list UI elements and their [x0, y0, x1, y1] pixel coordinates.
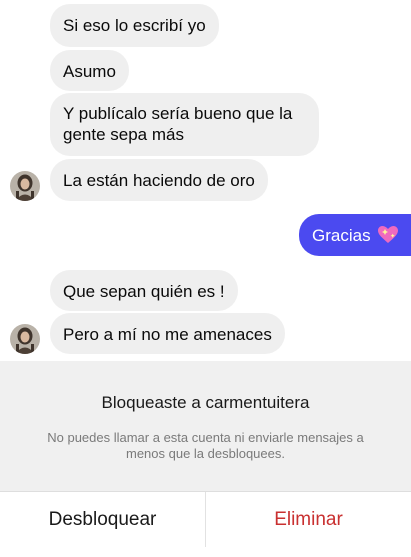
- incoming-message[interactable]: Si eso lo escribí yo: [50, 4, 219, 47]
- message-text: Si eso lo escribí yo: [63, 16, 206, 35]
- message-text: Pero a mí no me amenaces: [63, 325, 272, 344]
- blocked-description: No puedes llamar a esta cuenta ni enviar…: [47, 430, 364, 461]
- delete-button[interactable]: Eliminar: [206, 492, 411, 547]
- contact-avatar[interactable]: [10, 171, 40, 201]
- message-text: Y publícalo sería bueno que la gente sep…: [63, 104, 293, 144]
- blocked-title: Bloqueaste a carmentuitera: [101, 393, 310, 412]
- sparkling-heart-icon: [378, 226, 399, 249]
- contact-avatar[interactable]: [10, 324, 40, 354]
- blocked-user-panel: Bloqueaste a carmentuitera No puedes lla…: [0, 361, 411, 557]
- message-text: Gracias: [312, 226, 371, 245]
- message-text: Asumo: [63, 62, 116, 81]
- unblock-button[interactable]: Desbloquear: [0, 492, 205, 547]
- blocked-actions: Desbloquear Eliminar: [0, 491, 411, 557]
- incoming-message[interactable]: Pero a mí no me amenaces: [50, 313, 285, 354]
- incoming-message[interactable]: Y publícalo sería bueno que la gente sep…: [50, 93, 319, 156]
- message-text: La están haciendo de oro: [63, 171, 255, 190]
- outgoing-message[interactable]: Gracias: [299, 214, 411, 256]
- message-text: Que sepan quién es !: [63, 282, 225, 301]
- message-thread: Si eso lo escribí yo Asumo Y publícalo s…: [0, 0, 411, 361]
- incoming-message[interactable]: Que sepan quién es !: [50, 270, 238, 311]
- incoming-message[interactable]: La están haciendo de oro: [50, 159, 268, 201]
- incoming-message[interactable]: Asumo: [50, 50, 129, 91]
